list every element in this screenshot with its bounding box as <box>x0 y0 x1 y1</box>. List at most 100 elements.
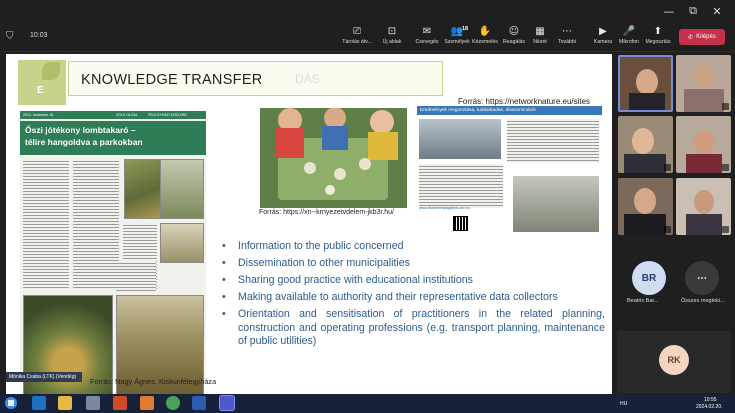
clock-time: 10:55 <box>704 397 717 403</box>
file-explorer-icon[interactable] <box>58 396 72 410</box>
minimize-button[interactable]: — <box>657 2 681 20</box>
source-network-nature: Forrás: https://networknature.eu/sites <box>458 97 591 106</box>
view-all-participants-button[interactable]: ⋯ <box>685 261 719 295</box>
avatar[interactable]: BR <box>632 261 666 295</box>
share-button[interactable]: ⬆ Megosztás <box>641 25 675 51</box>
clock-date: 2024.02.20. <box>696 404 723 410</box>
view-all-label: Összes megteki... <box>681 298 725 304</box>
participant-video-tile[interactable] <box>676 178 731 235</box>
conference-photo-2 <box>513 176 599 232</box>
participant-video-tile[interactable] <box>618 178 673 235</box>
app-icon[interactable] <box>86 396 100 410</box>
bullet-text: Making available to authority and their … <box>238 291 558 303</box>
app-icon[interactable] <box>140 396 154 410</box>
new-window-button[interactable]: ⊡ Új ablak <box>375 25 409 51</box>
windows-taskbar: HU 10:55 2024.02.20. <box>0 394 735 413</box>
source-newspaper: Forrás: Nagy Ágnes, Kiskunfélegyháza <box>90 377 217 386</box>
web-link: www.oltarkertekpagtalbok.lxm.hu <box>419 206 471 210</box>
qr-code <box>453 216 468 231</box>
avatar-initials: RK <box>667 355 681 365</box>
knowledge-transfer-list: • Information to the public concerned • Di… <box>219 240 605 352</box>
share-tray-button[interactable]: ⎚ Tárolás átv... <box>340 25 374 51</box>
background-text: DÁS <box>295 72 320 86</box>
mic-off-icon <box>664 226 671 233</box>
leaf-icon <box>42 62 60 80</box>
participant-video-tile[interactable] <box>676 55 731 112</box>
self-view-tile[interactable]: RK <box>617 331 731 393</box>
leave-button[interactable]: ✆ Kilépés <box>679 29 725 45</box>
conference-photo-1 <box>419 119 501 159</box>
raise-hand-label: Kézemelés <box>472 39 498 45</box>
phone-icon: ✆ <box>688 34 694 41</box>
logo-letter: E <box>37 85 44 96</box>
web-text-left <box>419 164 503 208</box>
article-text-col4 <box>116 261 156 291</box>
ie-icon[interactable] <box>32 396 46 410</box>
newspaper-headline-1: Őszi jótékony lombtakaró – <box>25 125 136 135</box>
newspaper-section: ZÖLD OLDAL <box>116 113 138 117</box>
participant-video-tile[interactable] <box>618 55 673 112</box>
raise-hand-icon: ✋ <box>478 26 492 37</box>
participant-video-tile[interactable] <box>618 116 673 173</box>
list-item: • Orientation and sensitisation of practi… <box>219 308 605 349</box>
restore-icon: ⧉ <box>689 4 697 17</box>
list-item: • Dissemination to other municipalities <box>219 257 605 271</box>
website-screenshot: Eredmények megosztása, tudásátadás, diss… <box>417 106 602 234</box>
people-label: Személyek <box>444 39 470 45</box>
mic-off-icon: 🎤 <box>622 26 636 37</box>
avatar: RK <box>659 345 689 375</box>
list-item: • Information to the public concerned <box>219 240 605 254</box>
participant-video-tile[interactable] <box>676 116 731 173</box>
bullet-text: Information to the public concerned <box>238 240 404 252</box>
bullet-text: Dissemination to other municipalities <box>238 257 410 269</box>
shared-slide: E DÁS KNOWLEDGE TRANSFER Forrás: https:/… <box>6 54 612 394</box>
slide-title-box: DÁS KNOWLEDGE TRANSFER <box>68 61 443 96</box>
microphone-label: Mikrofon <box>619 39 639 45</box>
bullet-icon: • <box>222 274 226 286</box>
chrome-icon[interactable] <box>166 396 180 410</box>
shield-icon: ⛉ <box>6 31 14 42</box>
participant-name: Beatrix Bar... <box>627 298 659 304</box>
share-icon: ⬆ <box>653 26 663 37</box>
reactions-icon: ☺ <box>508 26 520 37</box>
newspaper-header: 2024. november 18. ZÖLD OLDAL FÉLEGYHÁZI… <box>20 111 206 119</box>
close-window-button[interactable]: ✕ <box>705 2 729 20</box>
bullet-text: Sharing good practice with educational i… <box>238 274 473 286</box>
windows-start-icon[interactable] <box>4 396 18 410</box>
word-icon[interactable] <box>192 396 206 410</box>
web-header: Eredmények megosztása, tudásátadás, diss… <box>417 106 602 115</box>
meeting-toolbar: ⛉ 10:03 ⎚ Tárolás átv... ⊡ Új ablak ✉ Cs… <box>0 22 735 52</box>
restore-button[interactable]: ⧉ <box>681 2 705 20</box>
more-actions-label: További <box>558 39 576 45</box>
meeting-timer: 10:03 <box>30 32 48 39</box>
minimize-icon: — <box>663 4 675 18</box>
avatar-initials: BR <box>641 272 657 284</box>
source-environment: Forrás: https://xn--krnyezetvdelem-jkb3r… <box>259 209 394 216</box>
teams-meeting-window: — ⧉ ✕ ⛉ 10:03 ⎚ Tárolás átv... ⊡ Új abla… <box>0 0 735 413</box>
newspaper-headline-2: télire hangoldva a parkokban <box>25 137 143 147</box>
camera-label: Kamera <box>593 39 613 45</box>
more-icon: ⋯ <box>562 26 572 37</box>
share-tray-label: Tárolás átv... <box>342 39 372 45</box>
bullet-icon: • <box>222 240 226 252</box>
mic-off-icon <box>722 226 729 233</box>
language-indicator[interactable]: HU <box>620 401 627 407</box>
share-label: Megosztás <box>645 39 671 45</box>
teams-icon[interactable] <box>219 395 235 411</box>
newspaper-name: FÉLEGYHÁZI KÖZLÖNY <box>148 113 188 117</box>
bullet-icon: • <box>222 291 226 303</box>
powerpoint-icon[interactable] <box>113 396 127 410</box>
article-text-col2 <box>73 159 119 289</box>
chat-button[interactable]: ✉ Csevegés <box>410 25 444 51</box>
share-screen-icon: ⎚ <box>353 26 361 37</box>
participant-name-tag: Mónika Csaba (LTK) (Vendég) <box>6 372 82 382</box>
newspaper-clipping: 2024. november 18. ZÖLD OLDAL FÉLEGYHÁZI… <box>20 111 206 394</box>
bullet-icon: • <box>222 257 226 269</box>
more-actions-button[interactable]: ⋯ További <box>550 25 584 51</box>
children-education-photo <box>260 108 407 208</box>
web-text-right <box>507 119 599 163</box>
children-photo-graphic <box>260 108 407 208</box>
list-item: • Sharing good practice with educational … <box>219 274 605 288</box>
mic-off-icon <box>664 164 671 171</box>
chat-icon: ✉ <box>422 26 432 37</box>
